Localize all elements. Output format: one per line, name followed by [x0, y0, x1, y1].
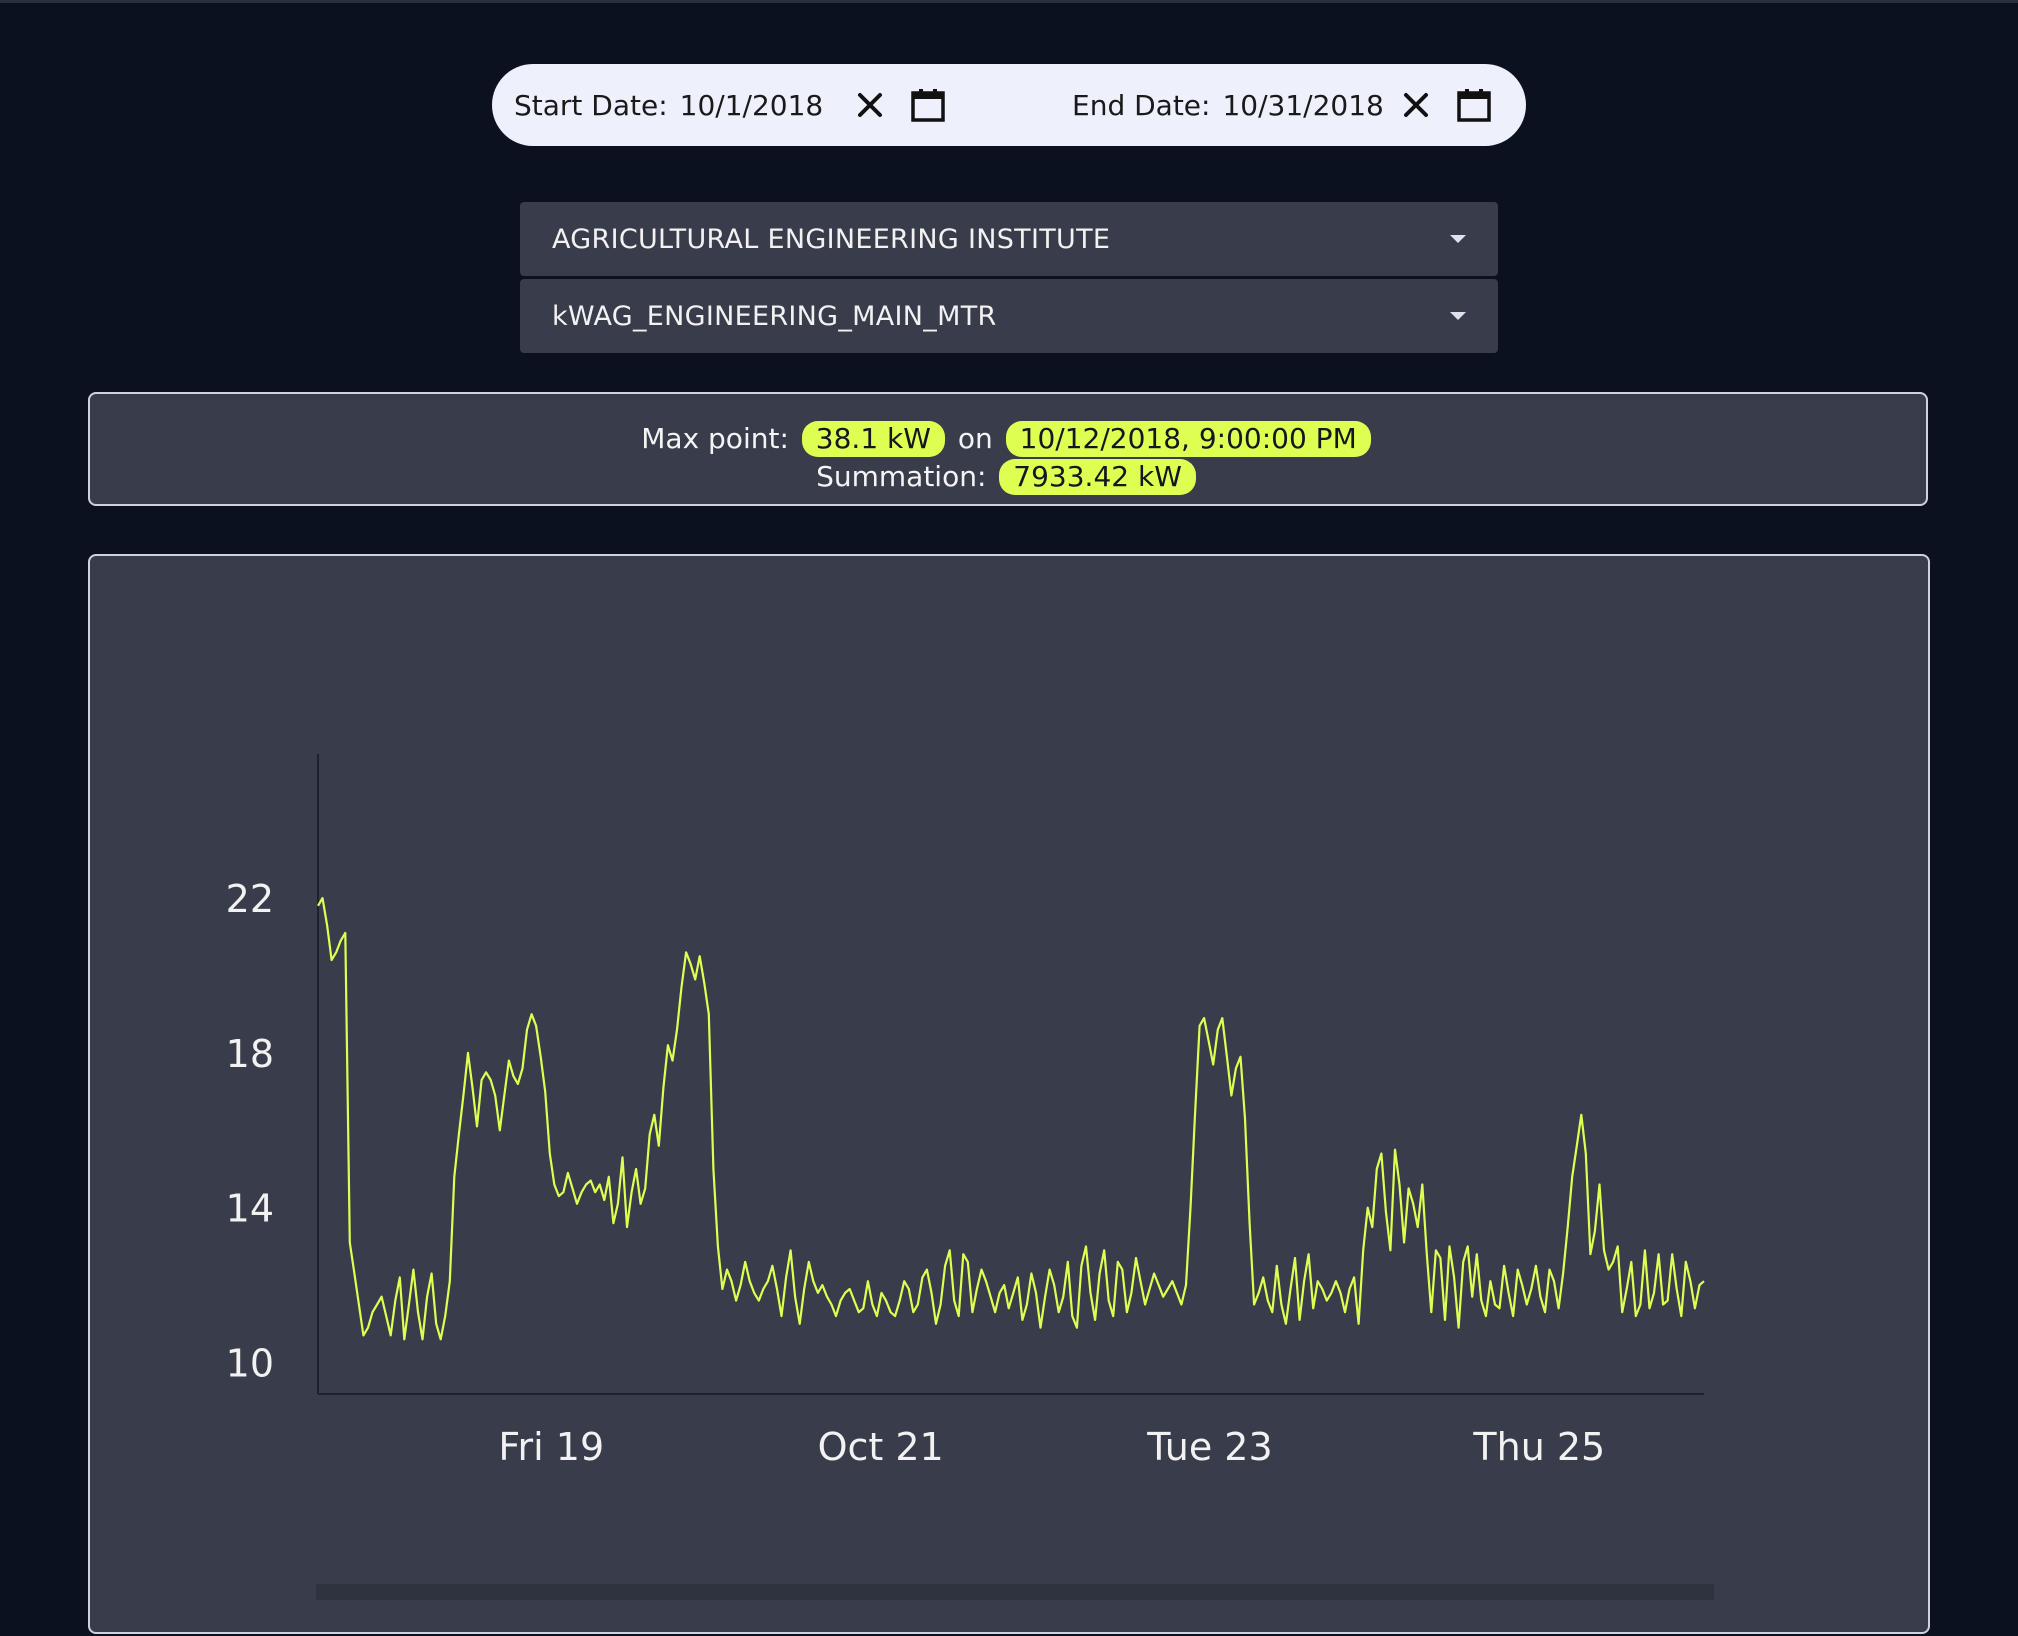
summation-label: Summation: [816, 460, 987, 493]
start-date-value[interactable]: 10/1/2018 [680, 89, 824, 122]
end-date-field[interactable]: End Date: 10/31/2018 [1072, 64, 1384, 146]
clear-start-date-close-icon[interactable] [848, 83, 892, 127]
line-chart[interactable]: 10 14 18 22 Fri 19 Oct 21 Tue 23 Thu 25 [90, 556, 1932, 1636]
end-date-value[interactable]: 10/31/2018 [1222, 89, 1383, 122]
building-select-value: AGRICULTURAL ENGINEERING INSTITUTE [552, 223, 1111, 255]
max-point-row: Max point: 38.1 kW on 10/12/2018, 9:00:0… [90, 421, 1926, 457]
meter-select[interactable]: kWAG_ENGINEERING_MAIN_MTR [520, 279, 1498, 353]
x-tick-label: Thu 25 [1472, 1425, 1605, 1469]
y-tick-label: 14 [226, 1187, 274, 1231]
building-select[interactable]: AGRICULTURAL ENGINEERING INSTITUTE [520, 202, 1498, 276]
start-calendar-icon[interactable] [906, 83, 950, 127]
max-point-time: 10/12/2018, 9:00:00 PM [1005, 421, 1371, 457]
x-tick-label: Tue 23 [1146, 1425, 1272, 1469]
y-tick-label: 22 [226, 877, 274, 921]
chevron-down-icon [1450, 312, 1466, 320]
clear-end-date-close-icon[interactable] [1394, 83, 1438, 127]
max-point-value: 38.1 kW [801, 421, 945, 457]
x-tick-label: Fri 19 [498, 1425, 604, 1469]
y-tick-label: 18 [226, 1032, 274, 1076]
stats-card: Max point: 38.1 kW on 10/12/2018, 9:00:0… [88, 392, 1928, 506]
chevron-down-icon [1450, 235, 1466, 243]
end-calendar-icon[interactable] [1452, 83, 1496, 127]
on-label: on [957, 422, 993, 455]
max-point-label: Max point: [641, 422, 789, 455]
meter-select-value: kWAG_ENGINEERING_MAIN_MTR [552, 300, 997, 332]
date-range-bar: Start Date: 10/1/2018 End Date: 10/31/20… [492, 64, 1526, 146]
summation-row: Summation: 7933.42 kW [90, 459, 1926, 495]
start-date-label: Start Date: [514, 88, 668, 122]
start-date-field[interactable]: Start Date: 10/1/2018 [514, 64, 823, 146]
series-line [317, 897, 1705, 1341]
chart-scrollbar[interactable] [316, 1584, 1714, 1600]
summation-value: 7933.42 kW [999, 459, 1196, 495]
window-top-border [0, 0, 2018, 3]
chart-card: 10 14 18 22 Fri 19 Oct 21 Tue 23 Thu 25 [88, 554, 1930, 1634]
y-tick-label: 10 [226, 1342, 274, 1386]
x-tick-label: Oct 21 [818, 1425, 944, 1469]
end-date-label: End Date: [1072, 88, 1211, 122]
